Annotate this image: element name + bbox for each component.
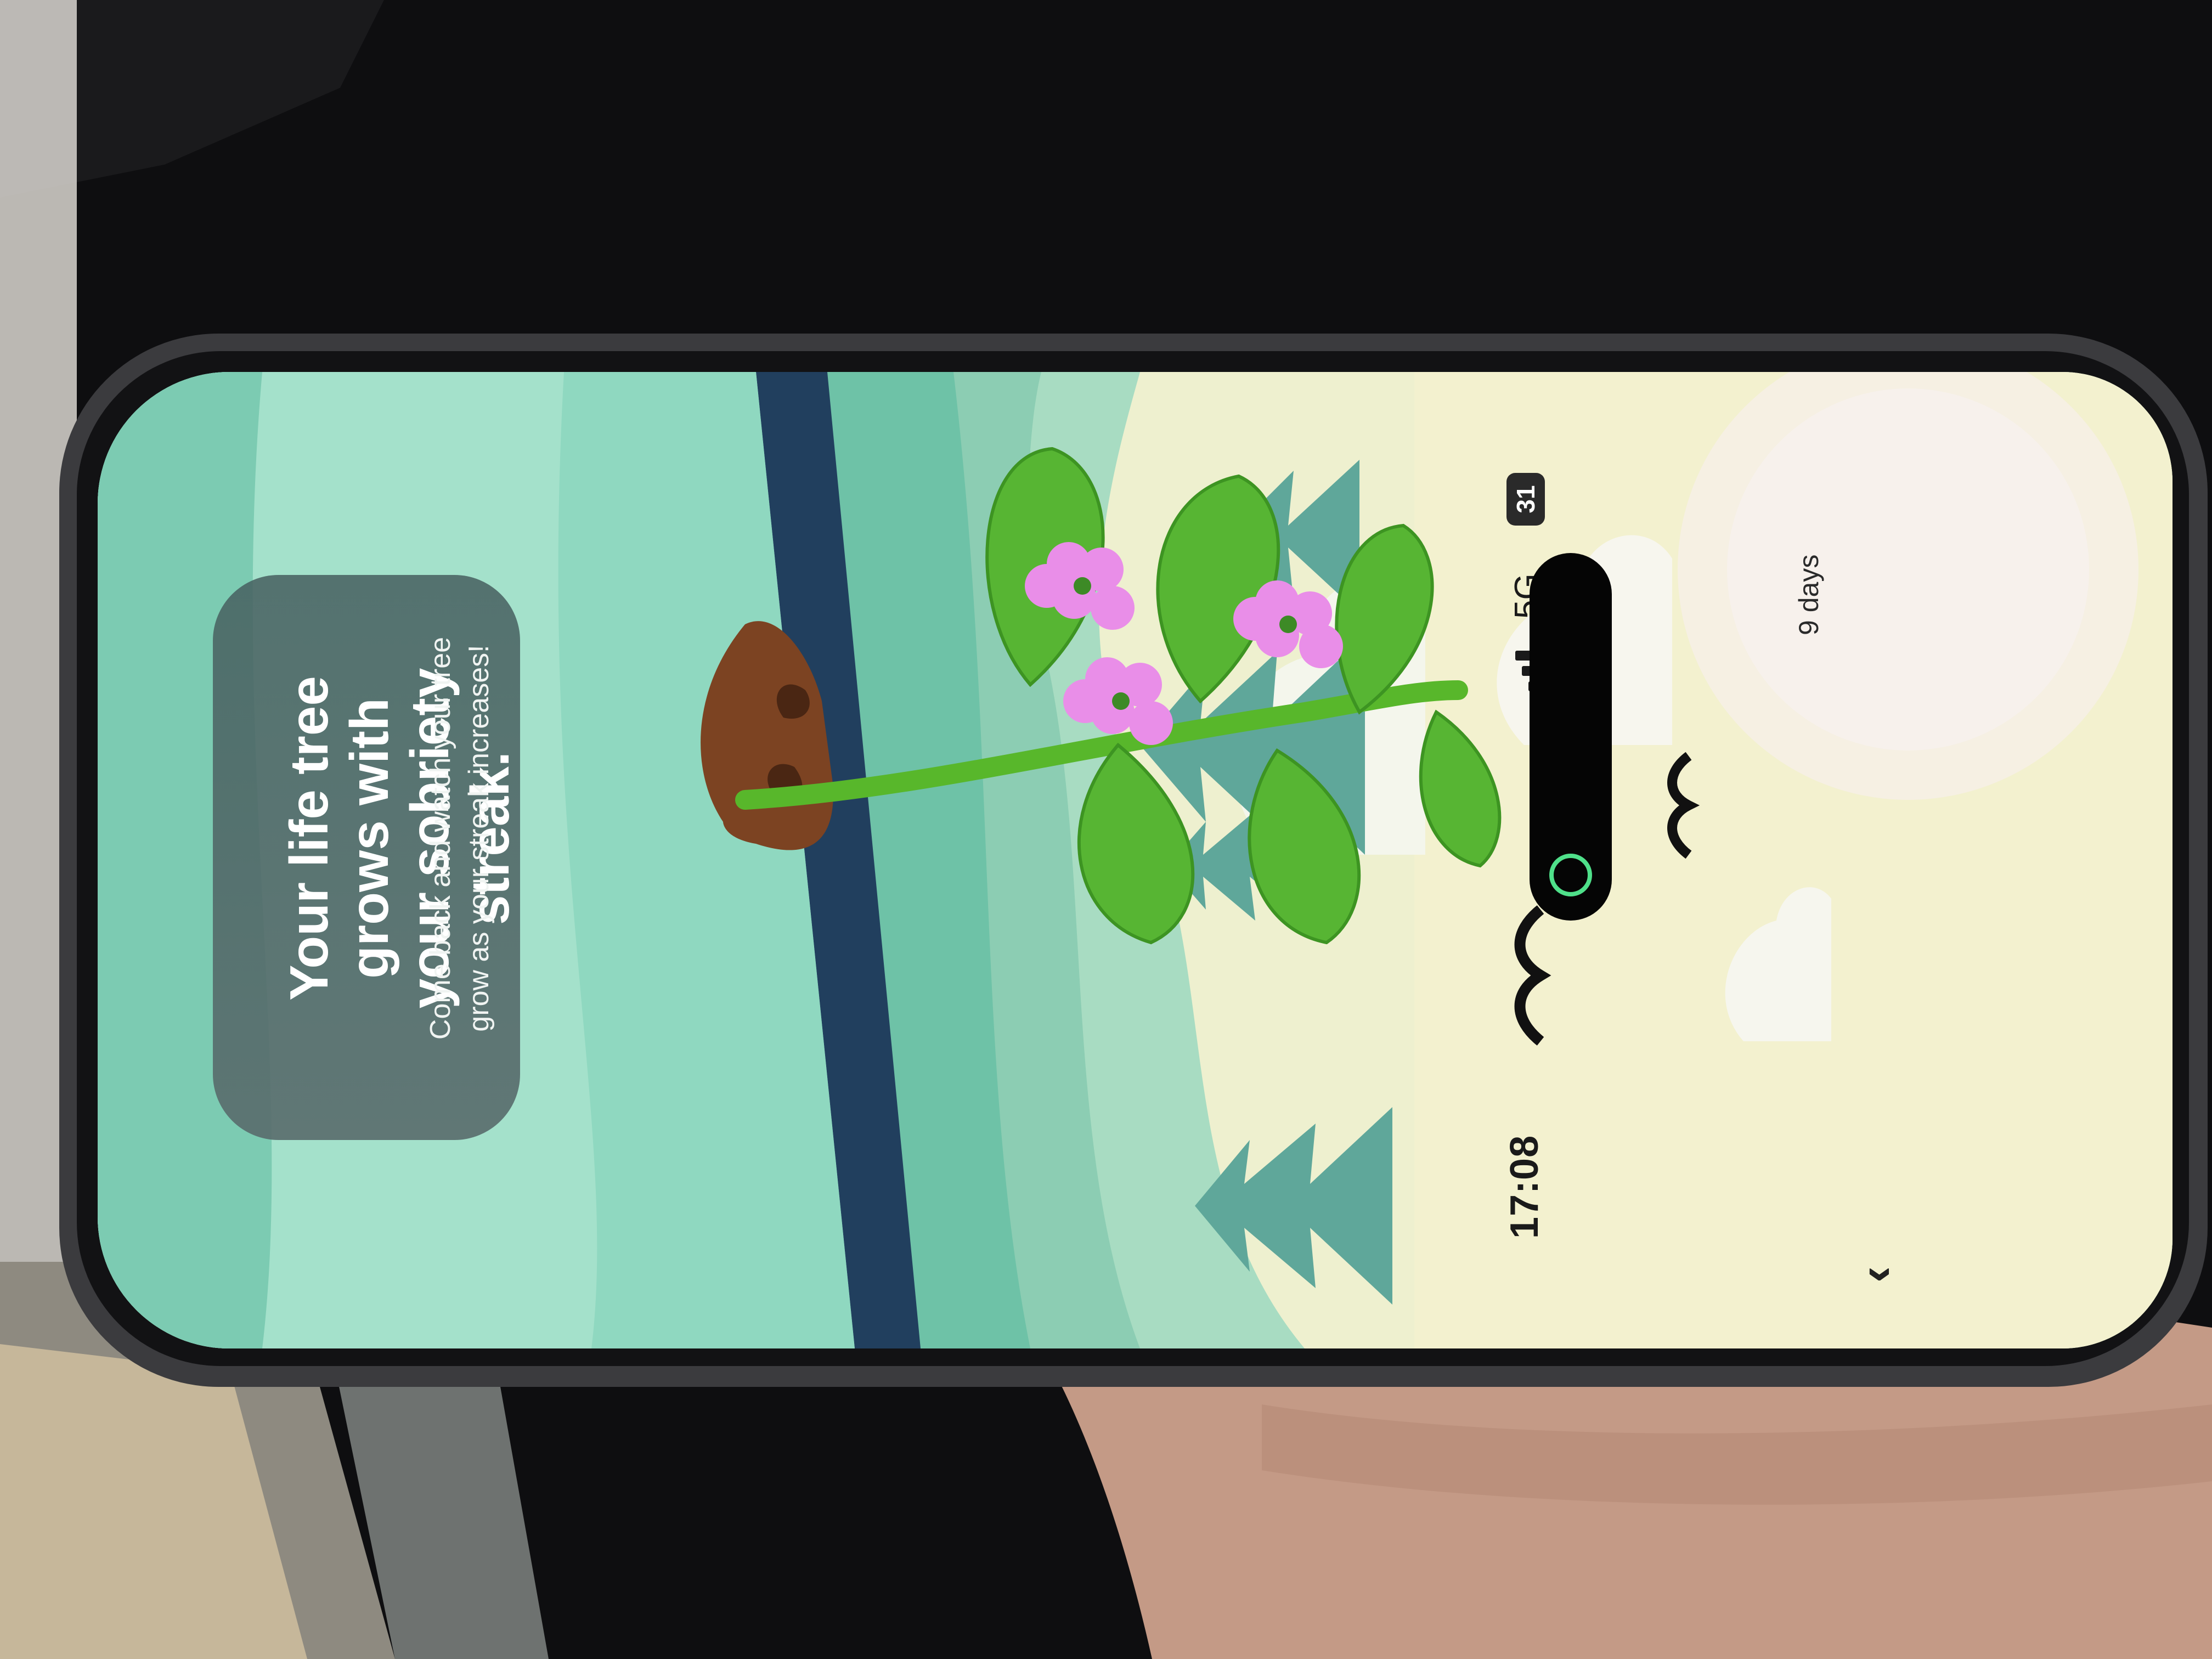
dynamic-island	[1530, 553, 1612, 921]
status-time: 17:08	[1503, 1135, 1547, 1239]
back-chevron-icon[interactable]: ‹	[1848, 1266, 1904, 1283]
card-subtitle: Come back and watch your tree grow as yo…	[425, 636, 495, 1040]
streak-days-label: 9 days	[1793, 554, 1824, 635]
phone-screen: 17:08 5G 31 ‹ 9 days Your life tree grow…	[98, 372, 2172, 1348]
island-app-icon	[1549, 854, 1592, 896]
info-card: Your life tree grows with your sobriety …	[213, 575, 520, 1140]
battery-icon: 31	[1506, 473, 1545, 526]
